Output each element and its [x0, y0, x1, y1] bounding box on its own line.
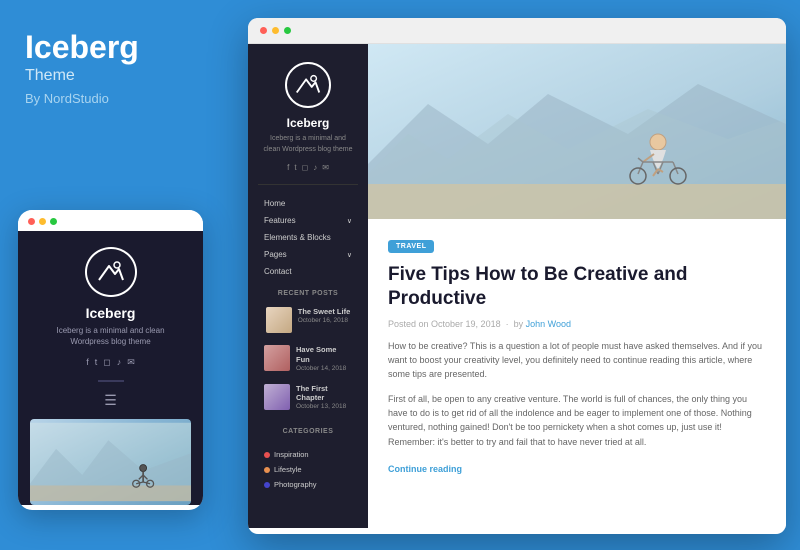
- category-dot-lifestyle: [264, 467, 270, 473]
- category-dot-photography: [264, 482, 270, 488]
- hero-svg: [368, 44, 786, 219]
- dot-yellow: [39, 218, 46, 225]
- sidebar-social: f t ◻ ♪ ✉: [287, 163, 329, 172]
- nav-features[interactable]: Features∨: [258, 212, 358, 229]
- recent-post-date-1: October 16, 2018: [298, 317, 351, 324]
- categories-title: CATEGORIES: [283, 428, 334, 435]
- mobile-social-icons: f t ◻ ♪ ✉: [86, 357, 135, 368]
- mobile-preview-card: Iceberg Iceberg is a minimal and cleanWo…: [18, 210, 203, 510]
- recent-post-info-1: The Sweet Life October 16, 2018: [298, 307, 351, 333]
- browser-dot-red: [260, 27, 267, 34]
- brand-by: By NordStudio: [25, 91, 223, 106]
- recent-post-2[interactable]: Have Some Fun October 14, 2018: [258, 341, 358, 376]
- sb-twitter-icon: t: [294, 163, 296, 172]
- article-body-2: First of all, be open to any creative ve…: [388, 392, 766, 450]
- sb-whatsapp-icon: ✉: [322, 163, 329, 172]
- category-label-photography: Photography: [274, 480, 317, 489]
- category-label-inspiration: Inspiration: [274, 450, 309, 459]
- left-panel: Iceberg Theme By NordStudio Iceberg Iceb…: [0, 0, 248, 550]
- mobile-content: Iceberg Iceberg is a minimal and cleanWo…: [18, 231, 203, 505]
- sidebar-logo-circle: [285, 62, 331, 108]
- instagram-icon: ◻: [103, 357, 110, 368]
- twitter-icon: t: [95, 357, 98, 368]
- recent-post-img-3: [264, 384, 290, 410]
- whatsapp-icon: ✉: [127, 357, 135, 368]
- recent-post-title-3: The First Chapter: [296, 384, 352, 404]
- recent-post-date-3: October 13, 2018: [296, 403, 352, 410]
- article-title: Five Tips How to Be Creative and Product…: [388, 263, 766, 311]
- facebook-icon: f: [86, 357, 89, 368]
- sb-tiktok-icon: ♪: [313, 163, 317, 172]
- category-badge[interactable]: TRAVEL: [388, 240, 434, 253]
- main-content-area: TRAVEL Five Tips How to Be Creative and …: [368, 44, 786, 528]
- brand-title: Iceberg: [25, 30, 223, 65]
- mobile-brand-label: Iceberg: [86, 305, 136, 321]
- mountain-icon: [95, 256, 127, 288]
- sb-instagram-icon: ◻: [302, 163, 309, 172]
- nav-elements[interactable]: Elements & Blocks: [258, 229, 358, 246]
- recent-posts-title: RECENT POSTS: [278, 290, 338, 297]
- window-dots: [18, 210, 203, 231]
- sidebar-brand-label: Iceberg: [287, 116, 330, 130]
- continue-reading-link[interactable]: Continue reading: [388, 464, 462, 474]
- category-label-lifestyle: Lifestyle: [274, 465, 302, 474]
- browser-titlebar: [248, 18, 786, 44]
- recent-post-title-2: Have Some Fun: [296, 345, 352, 365]
- nav-home[interactable]: Home: [258, 195, 358, 212]
- nav-contact[interactable]: Contact: [258, 263, 358, 280]
- article-meta: Posted on October 19, 2018 · by John Woo…: [388, 319, 766, 329]
- dot-red: [28, 218, 35, 225]
- mobile-divider: [98, 380, 124, 382]
- browser-dot-green: [284, 27, 291, 34]
- categories-section: Inspiration Lifestyle Photography: [258, 447, 358, 492]
- author-link[interactable]: John Wood: [526, 319, 571, 329]
- article-body-1: How to be creative? This is a question a…: [388, 339, 766, 382]
- sidebar-divider: [258, 184, 358, 185]
- category-inspiration[interactable]: Inspiration: [264, 447, 352, 462]
- browser-dot-yellow: [272, 27, 279, 34]
- browser-window: Iceberg Iceberg is a minimal andclean Wo…: [248, 18, 786, 534]
- category-lifestyle[interactable]: Lifestyle: [264, 462, 352, 477]
- article-body: TRAVEL Five Tips How to Be Creative and …: [368, 219, 786, 493]
- recent-post-date-2: October 14, 2018: [296, 365, 352, 372]
- website-sidebar: Iceberg Iceberg is a minimal andclean Wo…: [248, 44, 368, 528]
- category-dot-inspiration: [264, 452, 270, 458]
- hamburger-icon[interactable]: ☰: [104, 392, 117, 409]
- recent-post-1[interactable]: The Sweet Life October 16, 2018: [260, 303, 357, 337]
- sb-facebook-icon: f: [287, 163, 289, 172]
- browser-inner: Iceberg Iceberg is a minimal andclean Wo…: [248, 44, 786, 528]
- sidebar-nav: Home Features∨ Elements & Blocks Pages∨ …: [258, 195, 358, 280]
- mobile-hero-image: [30, 419, 191, 505]
- recent-post-img-2: [264, 345, 290, 371]
- sidebar-mountain-icon: [293, 70, 323, 100]
- category-photography[interactable]: Photography: [264, 477, 352, 492]
- mobile-tagline: Iceberg is a minimal and cleanWordpress …: [56, 325, 164, 347]
- brand-subtitle: Theme: [25, 67, 223, 85]
- mobile-logo-circle: [85, 247, 137, 297]
- hero-image: [368, 44, 786, 219]
- recent-post-title-1: The Sweet Life: [298, 307, 351, 317]
- recent-post-info-3: The First Chapter October 13, 2018: [296, 384, 352, 411]
- recent-post-3[interactable]: The First Chapter October 13, 2018: [258, 380, 358, 415]
- sidebar-tagline: Iceberg is a minimal andclean Wordpress …: [264, 134, 353, 155]
- recent-post-info-2: Have Some Fun October 14, 2018: [296, 345, 352, 372]
- mobile-cyclist-image: [30, 419, 191, 505]
- recent-post-img-1: [266, 307, 292, 333]
- dot-green: [50, 218, 57, 225]
- nav-pages[interactable]: Pages∨: [258, 246, 358, 263]
- tiktok-icon: ♪: [117, 357, 122, 368]
